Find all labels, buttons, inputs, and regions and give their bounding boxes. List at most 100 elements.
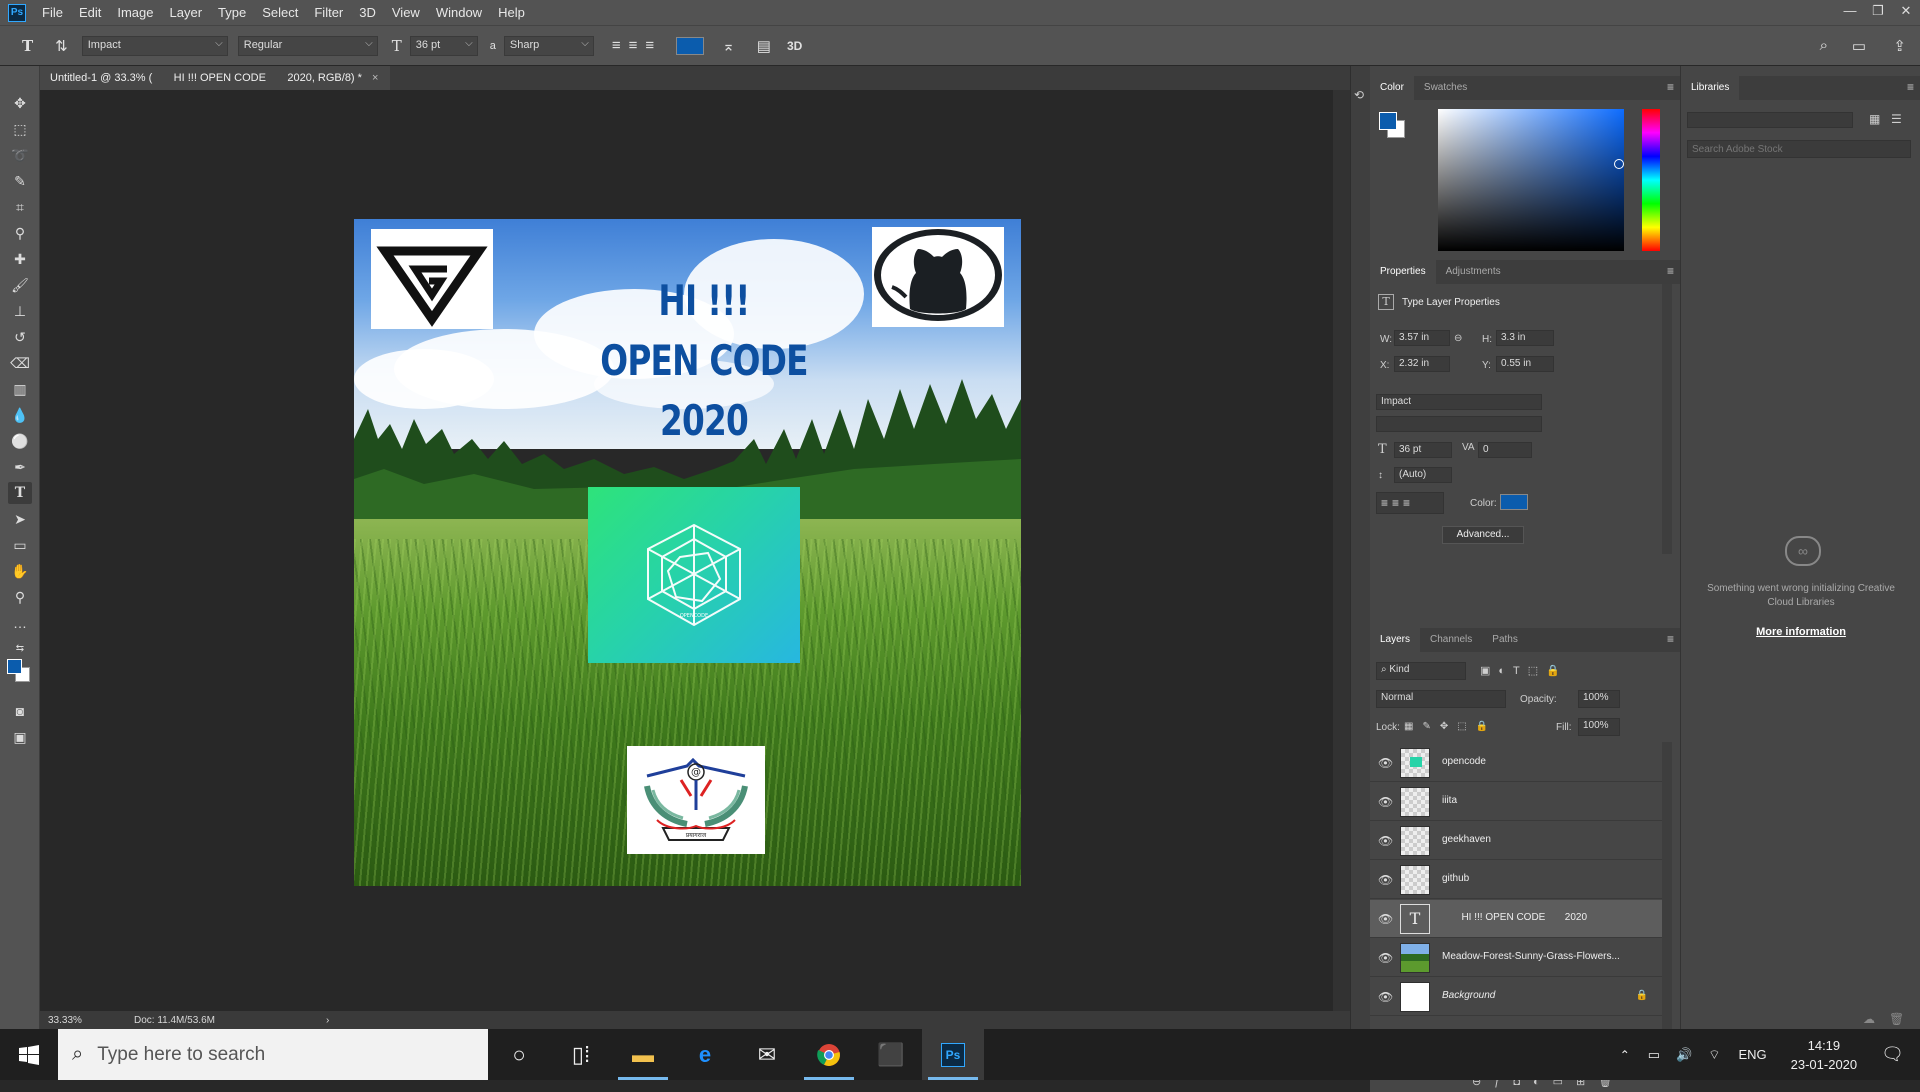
text-color-field[interactable] xyxy=(1500,494,1528,510)
brush-tool-icon[interactable]: 🖌 xyxy=(8,274,32,296)
layer-name[interactable]: HI !!! OPEN CODE 2020 xyxy=(1442,912,1587,923)
status-menu-arrow[interactable]: › xyxy=(326,1015,329,1026)
restore-button[interactable]: ❐ xyxy=(1864,0,1892,25)
panel-menu-icon[interactable]: ≡ xyxy=(1667,80,1674,94)
layer-name[interactable]: Meadow-Forest-Sunny-Grass-Flowers... xyxy=(1442,951,1620,962)
layer-row[interactable]: 👁 T HI !!! OPEN CODE 2020 xyxy=(1370,900,1662,938)
chrome-icon[interactable] xyxy=(798,1029,860,1080)
blend-mode-select[interactable]: Normal xyxy=(1376,690,1506,708)
3d-button[interactable]: 3D xyxy=(787,39,802,53)
stamp-tool-icon[interactable]: ⊥ xyxy=(8,300,32,322)
more-tools-icon[interactable]: … xyxy=(8,612,32,634)
tab-libraries[interactable]: Libraries xyxy=(1681,76,1740,100)
quick-mask-icon[interactable]: ◙ xyxy=(8,700,32,722)
font-style-select[interactable]: Regular xyxy=(237,35,378,56)
menu-view[interactable]: View xyxy=(384,5,428,20)
start-button[interactable] xyxy=(0,1029,58,1080)
move-tool-icon[interactable]: ✥ xyxy=(8,92,32,114)
opacity-field[interactable]: 100% xyxy=(1578,690,1620,708)
height-field[interactable]: 3.3 in xyxy=(1496,330,1554,346)
character-panel-icon[interactable]: ▤ xyxy=(757,37,771,55)
visibility-icon[interactable]: 👁 xyxy=(1378,795,1393,809)
layers-scrollbar[interactable] xyxy=(1662,742,1672,1072)
menu-file[interactable]: File xyxy=(34,5,71,20)
swap-colors-icon[interactable]: ⇆ xyxy=(8,638,32,660)
layer-name[interactable]: iiita xyxy=(1442,795,1457,806)
pen-tool-icon[interactable]: ✒ xyxy=(8,456,32,478)
adobe-stock-search-input[interactable] xyxy=(1687,140,1911,158)
menu-help[interactable]: Help xyxy=(490,5,533,20)
color-fg-swatch[interactable] xyxy=(1379,112,1397,130)
x-field[interactable]: 2.32 in xyxy=(1394,356,1450,372)
font-family-field[interactable]: Impact xyxy=(1376,394,1542,410)
lasso-tool-icon[interactable]: ➰ xyxy=(8,144,32,166)
align-left-icon[interactable]: ≡ xyxy=(612,37,621,54)
menu-window[interactable]: Window xyxy=(428,5,490,20)
more-information-link[interactable]: More information xyxy=(1701,626,1901,638)
layer-name[interactable]: github xyxy=(1442,873,1469,884)
foreground-color-swatch[interactable] xyxy=(7,659,22,674)
eyedropper-tool-icon[interactable]: ⚲ xyxy=(8,222,32,244)
eraser-tool-icon[interactable]: ⌫ xyxy=(8,352,32,374)
minimize-button[interactable]: — xyxy=(1836,0,1864,25)
layer-row[interactable]: 👁 github xyxy=(1370,861,1662,899)
list-view-icon[interactable]: ☰ xyxy=(1891,112,1902,126)
visibility-icon[interactable]: 👁 xyxy=(1378,873,1393,887)
language-indicator[interactable]: ENG xyxy=(1738,1047,1766,1062)
gradient-tool-icon[interactable]: ▥ xyxy=(8,378,32,400)
tab-layers[interactable]: Layers xyxy=(1370,628,1421,652)
width-field[interactable]: 3.57 in xyxy=(1394,330,1450,346)
delete-icon[interactable]: 🗑 xyxy=(1889,1012,1904,1026)
font-size-field[interactable]: 36 pt xyxy=(1394,442,1452,458)
fill-field[interactable]: 100% xyxy=(1578,718,1620,736)
layer-row[interactable]: 👁 Background 🔒 xyxy=(1370,978,1662,1016)
close-button[interactable]: ✕ xyxy=(1892,0,1920,25)
tab-swatches[interactable]: Swatches xyxy=(1414,76,1477,100)
visibility-icon[interactable]: 👁 xyxy=(1378,756,1393,770)
crop-tool-icon[interactable]: ⌗ xyxy=(8,196,32,218)
battery-icon[interactable]: ▭ xyxy=(1648,1047,1660,1063)
layer-filter-icons[interactable]: ▣◐T⬚🔒 xyxy=(1480,664,1568,677)
edge-icon[interactable]: e xyxy=(674,1029,736,1080)
close-tab-icon[interactable]: × xyxy=(372,72,378,84)
y-field[interactable]: 0.55 in xyxy=(1496,356,1554,372)
blur-tool-icon[interactable]: 💧 xyxy=(8,404,32,426)
library-select[interactable] xyxy=(1687,112,1853,128)
font-size-select[interactable]: 36 pt xyxy=(409,35,478,56)
tab-channels[interactable]: Channels xyxy=(1420,628,1482,652)
document-tab[interactable]: Untitled-1 @ 33.3% ( HI !!! OPEN CODE 20… xyxy=(40,66,391,90)
clock[interactable]: 14:19 23-01-2020 xyxy=(1791,1036,1858,1074)
font-style-field[interactable] xyxy=(1376,416,1542,432)
task-view-icon[interactable]: ▯⁞ xyxy=(550,1029,612,1080)
tracking-field[interactable]: 0 xyxy=(1478,442,1532,458)
layer-filter-select[interactable]: ⌕ Kind xyxy=(1376,662,1466,680)
vertical-scrollbar[interactable] xyxy=(1333,90,1350,1014)
visibility-icon[interactable]: 👁 xyxy=(1378,834,1393,848)
workspace-icon[interactable]: ▭ xyxy=(1852,37,1866,55)
grid-view-icon[interactable]: ▦ xyxy=(1869,112,1880,126)
show-hidden-icons[interactable]: ⌃ xyxy=(1620,1048,1630,1062)
wifi-icon[interactable]: ⌔ xyxy=(1708,1047,1720,1063)
zoom-level[interactable]: 33.33% xyxy=(48,1015,108,1026)
zoom-tool-icon[interactable]: ⚲ xyxy=(8,586,32,608)
layer-row[interactable]: 👁 opencode xyxy=(1370,744,1662,782)
menu-edit[interactable]: Edit xyxy=(71,5,109,20)
hand-tool-icon[interactable]: ✋ xyxy=(8,560,32,582)
tab-color[interactable]: Color xyxy=(1370,76,1414,100)
quick-select-tool-icon[interactable]: ✎ xyxy=(8,170,32,192)
layer-row[interactable]: 👁 Meadow-Forest-Sunny-Grass-Flowers... xyxy=(1370,939,1662,977)
lock-icons[interactable]: ▦✎✥⬚🔒 xyxy=(1404,721,1497,732)
visibility-icon[interactable]: 👁 xyxy=(1378,951,1393,965)
tab-paths[interactable]: Paths xyxy=(1482,628,1528,652)
acrobat-icon[interactable]: ⬛ xyxy=(860,1029,922,1080)
type-tool-icon[interactable]: T xyxy=(22,37,33,55)
tab-adjustments[interactable]: Adjustments xyxy=(1436,260,1511,284)
poster-title[interactable]: HI !!! OPEN CODE 2020 xyxy=(571,271,836,451)
type-tool-icon[interactable]: T xyxy=(8,482,32,504)
dodge-tool-icon[interactable]: ⚪ xyxy=(8,430,32,452)
poster-canvas[interactable]: HI !!! OPEN CODE 2020 OPENCODE @ प्रयागर… xyxy=(354,219,1021,886)
menu-select[interactable]: Select xyxy=(254,5,306,20)
hue-slider[interactable] xyxy=(1642,109,1660,251)
marquee-tool-icon[interactable]: ⬚ xyxy=(8,118,32,140)
path-select-tool-icon[interactable]: ➤ xyxy=(8,508,32,530)
